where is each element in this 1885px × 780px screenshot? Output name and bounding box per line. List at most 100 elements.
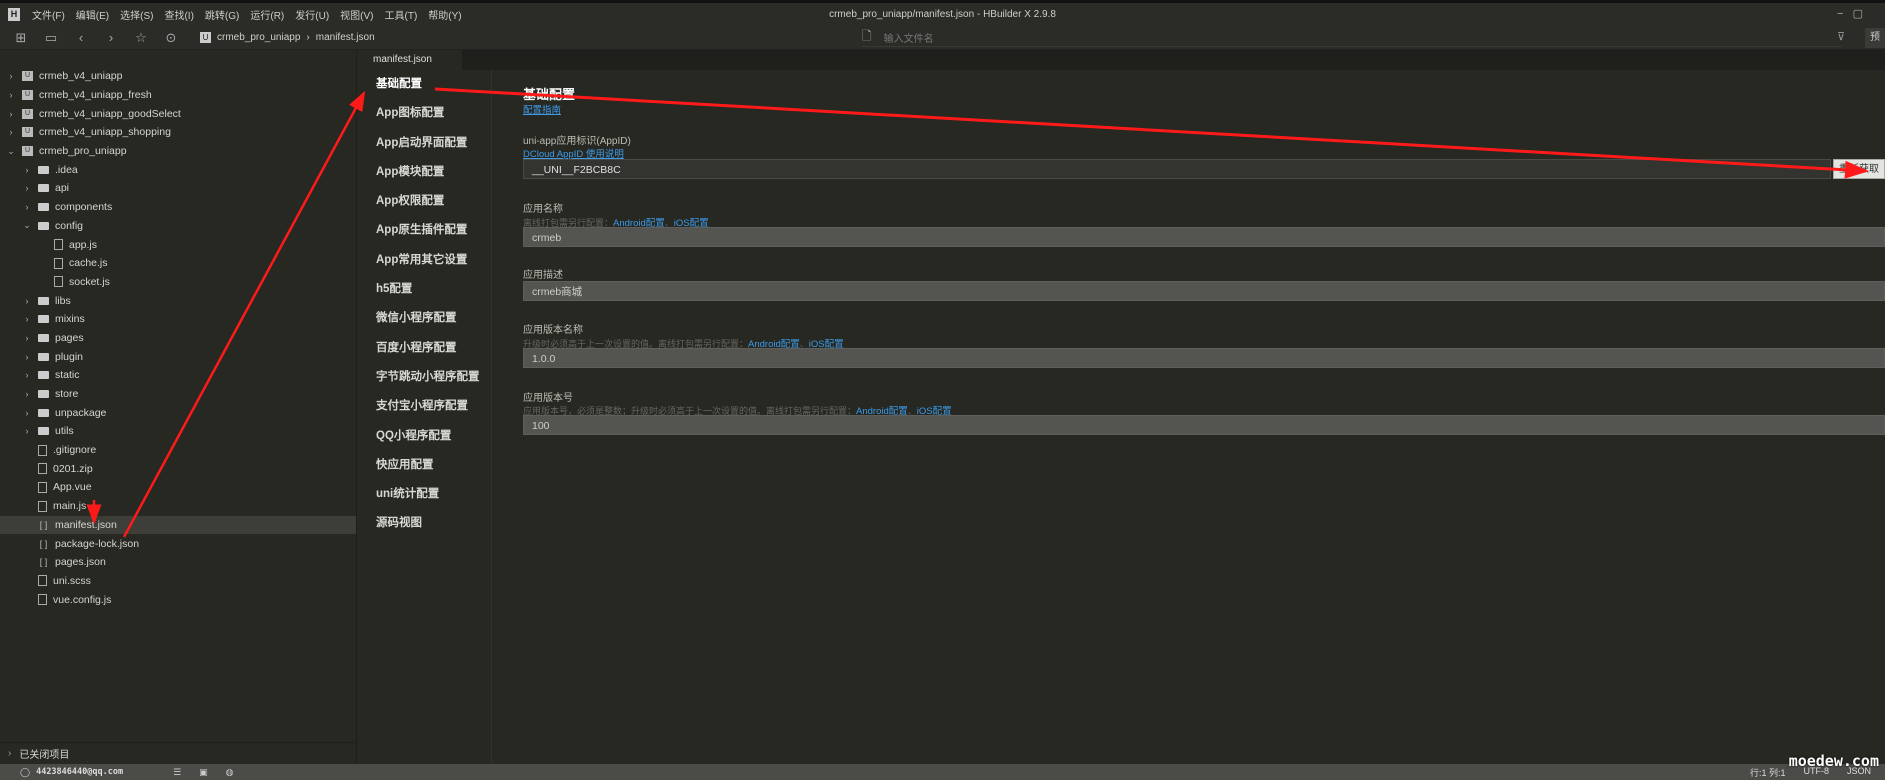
version-name-field[interactable]: 1.0.0 [523, 348, 1885, 368]
nav-item[interactable]: 支付宝小程序配置 [357, 392, 491, 421]
nav-item[interactable]: 快应用配置 [357, 451, 491, 480]
new-file-icon[interactable]: ⊞ [12, 30, 30, 46]
chevron-icon[interactable]: › [6, 71, 16, 81]
cursor-position[interactable]: 行:1 列:1 [1750, 766, 1786, 779]
tree-item[interactable]: ⌄ Ucrmeb_pro_uniapp [0, 142, 356, 161]
tree-item[interactable]: [ ] manifest.json [0, 515, 356, 535]
menu-item[interactable]: 工具(T) [385, 7, 418, 22]
tree-item[interactable]: main.js [0, 497, 356, 516]
nav-item[interactable]: App权限配置 [357, 187, 491, 216]
save-icon[interactable]: ▭ [42, 30, 60, 46]
terminal-icon[interactable]: ▣ [199, 767, 208, 778]
user-icon[interactable]: ◯ [20, 767, 30, 778]
chevron-icon[interactable]: › [22, 165, 32, 175]
tab-manifest-json[interactable]: manifest.json [357, 50, 462, 70]
nav-item[interactable]: App启动界面配置 [357, 129, 491, 158]
chevron-icon[interactable]: › [22, 314, 32, 324]
tree-item[interactable]: app.js [0, 235, 356, 254]
file-search-input[interactable]: 🗋 输入文件名 [862, 29, 1842, 47]
menu-item[interactable]: 发行(U) [295, 7, 329, 22]
chevron-icon[interactable]: › [22, 426, 32, 436]
menu-item[interactable]: 选择(S) [120, 7, 153, 22]
tree-item[interactable]: vue.config.js [0, 590, 356, 609]
menu-item[interactable]: 跳转(G) [205, 7, 239, 22]
tree-item[interactable]: › .idea [0, 160, 356, 179]
chevron-icon[interactable]: › [6, 127, 16, 137]
list-icon[interactable]: ☰ [173, 767, 181, 778]
back-icon[interactable]: ‹ [72, 30, 90, 46]
minimize-button[interactable]: − [1837, 8, 1843, 20]
tree-item[interactable]: › Ucrmeb_v4_uniapp_fresh [0, 86, 356, 105]
chevron-icon[interactable]: › [22, 389, 32, 399]
appid-field[interactable]: __UNI__F2BCB8C [523, 159, 1831, 179]
menu-item[interactable]: 编辑(E) [76, 7, 109, 22]
filter-icon[interactable]: ⊽ [1837, 30, 1845, 43]
tree-item[interactable]: [ ] package-lock.json [0, 534, 356, 553]
chevron-icon[interactable]: › [22, 408, 32, 418]
menu-item[interactable]: 查找(I) [164, 7, 193, 22]
nav-item[interactable]: 百度小程序配置 [357, 334, 491, 363]
chevron-icon[interactable]: › [22, 333, 32, 343]
chevron-icon[interactable]: › [22, 370, 32, 380]
tree-item[interactable]: › Ucrmeb_v4_uniapp_shopping [0, 123, 356, 142]
menu-item[interactable]: 视图(V) [340, 7, 373, 22]
nav-item[interactable]: QQ小程序配置 [357, 422, 491, 451]
refresh-appid-button[interactable]: 重新获取 [1833, 159, 1885, 179]
tree-item[interactable]: › Ucrmeb_v4_uniapp_goodSelect [0, 104, 356, 123]
browser-icon[interactable]: ◍ [226, 767, 234, 778]
nav-item[interactable]: App图标配置 [357, 99, 491, 128]
tree-item[interactable]: socket.js [0, 273, 356, 292]
menu-item[interactable]: 文件(F) [32, 7, 65, 22]
tree-item[interactable]: › unpackage [0, 403, 356, 422]
nav-item[interactable]: 微信小程序配置 [357, 304, 491, 333]
tree-item[interactable]: › mixins [0, 310, 356, 329]
chevron-icon[interactable]: › [6, 90, 16, 100]
nav-item[interactable]: h5配置 [357, 275, 491, 304]
nav-item[interactable]: uni统计配置 [357, 480, 491, 509]
tree-item[interactable]: › store [0, 385, 356, 404]
user-account[interactable]: 4423846440@qq.com [36, 767, 123, 777]
menu-item[interactable]: 帮助(Y) [428, 7, 461, 22]
tree-item[interactable]: 0201.zip [0, 459, 356, 478]
chevron-icon[interactable]: ⌄ [6, 146, 16, 157]
chevron-icon[interactable]: › [22, 352, 32, 362]
star-icon[interactable]: ☆ [132, 30, 150, 46]
tree-item[interactable]: › pages [0, 329, 356, 348]
nav-item[interactable]: 源码视图 [357, 509, 491, 538]
nav-item[interactable]: App常用其它设置 [357, 246, 491, 275]
restore-button[interactable]: ▢ [1853, 8, 1863, 20]
tree-item[interactable]: › api [0, 179, 356, 198]
nav-item[interactable]: App原生插件配置 [357, 216, 491, 245]
closed-projects[interactable]: › 已关闭项目 [0, 742, 356, 764]
nav-item[interactable]: 字节跳动小程序配置 [357, 363, 491, 392]
tree-item[interactable]: › utils [0, 422, 356, 441]
appid-help-link[interactable]: DCloud AppID 使用说明 [523, 146, 624, 160]
menu-item[interactable]: 运行(R) [250, 7, 284, 22]
chevron-icon[interactable]: › [6, 109, 16, 119]
version-code-field[interactable]: 100 [523, 415, 1885, 435]
nav-item[interactable]: App模块配置 [357, 158, 491, 187]
preview-button[interactable]: 预 [1865, 28, 1885, 48]
tree-item[interactable]: › plugin [0, 347, 356, 366]
tree-item[interactable]: uni.scss [0, 572, 356, 591]
tree-item[interactable]: › libs [0, 291, 356, 310]
tree-item[interactable]: › static [0, 366, 356, 385]
chevron-icon[interactable]: › [22, 296, 32, 306]
chevron-icon[interactable]: ⌄ [22, 220, 32, 231]
breadcrumb-file[interactable]: manifest.json [316, 32, 375, 43]
nav-item[interactable]: 基础配置 [357, 70, 491, 99]
tree-item[interactable]: ⌄ config [0, 217, 356, 236]
tree-item[interactable]: .gitignore [0, 441, 356, 460]
tree-item[interactable]: › components [0, 198, 356, 217]
app-name-field[interactable]: crmeb [523, 227, 1885, 247]
tree-item[interactable]: › Ucrmeb_v4_uniapp [0, 67, 356, 86]
breadcrumb-project[interactable]: crmeb_pro_uniapp [217, 32, 300, 43]
config-guide-link[interactable]: 配置指南 [523, 102, 561, 116]
forward-icon[interactable]: › [102, 30, 120, 46]
run-icon[interactable]: ⊙ [162, 30, 180, 46]
tree-item[interactable]: App.vue [0, 478, 356, 497]
chevron-icon[interactable]: › [22, 202, 32, 212]
tree-item[interactable]: cache.js [0, 254, 356, 273]
chevron-icon[interactable]: › [22, 183, 32, 193]
app-desc-field[interactable]: crmeb商城 [523, 281, 1885, 301]
